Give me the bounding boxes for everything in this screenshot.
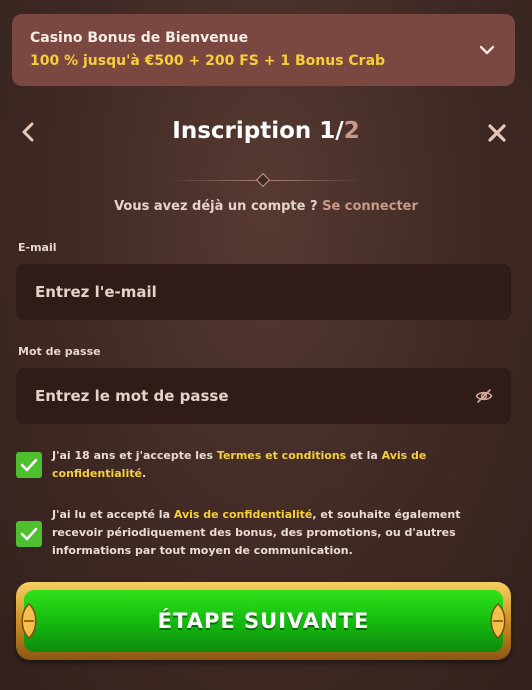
title-step: Inscription 1/ <box>172 118 344 144</box>
next-step-button[interactable]: ÉTAPE SUIVANTE <box>16 582 511 660</box>
password-field-container[interactable] <box>16 368 511 424</box>
bonus-banner[interactable]: Casino Bonus de Bienvenue 100 % jusqu'à … <box>12 14 515 86</box>
title-total-steps: 2 <box>343 118 360 144</box>
bonus-title: Casino Bonus de Bienvenue <box>30 30 249 46</box>
page-title: Inscription 1/2 <box>0 118 532 144</box>
terms-text-2: et la <box>346 449 382 462</box>
terms-text-3: . <box>141 467 147 480</box>
marketing-text-1: J'ai lu et accepté la <box>52 508 174 521</box>
login-prompt: Vous avez déjà un compte ? Se connecter <box>0 199 532 214</box>
checkmark-icon <box>20 527 38 541</box>
bonus-offer: 100 % jusqu'à €500 + 200 FS + 1 Bonus Cr… <box>30 53 386 69</box>
registration-header: Inscription 1/2 <box>0 118 532 152</box>
login-link[interactable]: Se connecter <box>322 199 418 214</box>
chevron-down-icon[interactable] <box>479 41 495 60</box>
password-label: Mot de passe <box>18 345 101 358</box>
terms-text-1: J'ai 18 ans et j'accepte les <box>52 449 217 462</box>
email-field[interactable] <box>33 282 457 302</box>
privacy-link-2[interactable]: Avis de confidentialité <box>174 508 313 521</box>
eye-slash-icon[interactable] <box>475 388 493 408</box>
ornament-left-icon <box>18 602 40 644</box>
next-step-button-face[interactable]: ÉTAPE SUIVANTE <box>24 590 503 652</box>
terms-link[interactable]: Termes et conditions <box>217 449 346 462</box>
close-icon[interactable] <box>487 123 507 147</box>
divider-diamond <box>255 172 271 188</box>
next-step-label: ÉTAPE SUIVANTE <box>157 609 370 633</box>
terms-consent-text: J'ai 18 ans et j'accepte les Termes et c… <box>52 447 507 483</box>
email-label: E-mail <box>18 241 57 254</box>
ornament-right-icon <box>487 602 509 644</box>
checkmark-icon <box>20 458 38 472</box>
password-field[interactable] <box>33 386 457 406</box>
terms-checkbox[interactable] <box>16 452 42 478</box>
marketing-consent-text: J'ai lu et accepté la Avis de confidenti… <box>52 506 507 560</box>
marketing-checkbox[interactable] <box>16 521 42 547</box>
email-field-container[interactable] <box>16 264 511 320</box>
login-prompt-text: Vous avez déjà un compte ? <box>114 199 318 214</box>
